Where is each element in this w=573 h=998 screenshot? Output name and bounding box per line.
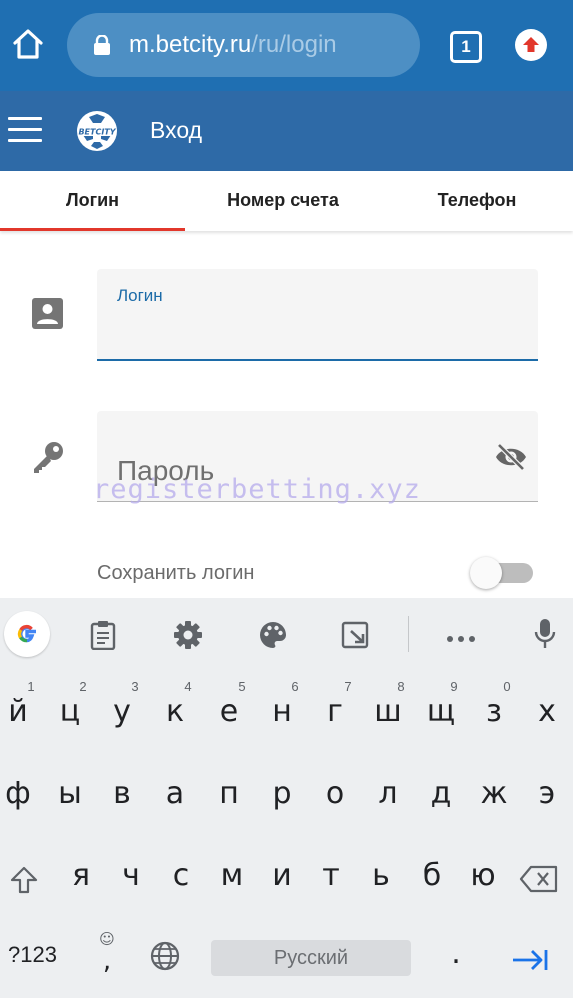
key-icon [30, 440, 66, 481]
key-hint-number: 6 [291, 679, 299, 694]
shift-key[interactable] [2, 865, 46, 903]
account-box-icon [32, 298, 63, 334]
key-э[interactable]: э [525, 776, 569, 811]
key-щ[interactable]: щ [419, 694, 463, 729]
key-п[interactable]: п [207, 776, 251, 811]
key-с[interactable]: с [159, 858, 203, 893]
key-hint-number: 3 [131, 679, 139, 694]
key-х[interactable]: х [525, 694, 569, 729]
key-ц[interactable]: ц [48, 694, 92, 729]
key-н[interactable]: н [260, 694, 304, 729]
gear-icon[interactable] [173, 620, 203, 655]
key-л[interactable]: л [366, 776, 410, 811]
key-hint-number: 2 [79, 679, 87, 694]
tab-switcher-button[interactable]: 1 [450, 31, 482, 63]
key-ч[interactable]: ч [109, 858, 153, 893]
floating-keyboard-icon[interactable] [341, 620, 371, 655]
google-icon[interactable] [4, 611, 50, 657]
page-title: Вход [150, 117, 203, 143]
key-hint-number: 1 [27, 679, 35, 694]
betcity-logo[interactable]: BETCITY [77, 111, 117, 151]
login-input[interactable]: Логин [97, 269, 538, 361]
key-hint-number: 9 [450, 679, 458, 694]
key-о[interactable]: о [313, 776, 357, 811]
toolbar-divider [408, 616, 409, 652]
tab-account-number[interactable]: Номер счета [185, 171, 381, 231]
url-domain: m.betcity.ru [129, 31, 252, 58]
key-ж[interactable]: ж [472, 776, 516, 811]
menu-icon[interactable] [8, 117, 42, 143]
microphone-icon[interactable] [533, 618, 557, 655]
key-hint-number: 5 [238, 679, 246, 694]
more-icon[interactable] [446, 630, 476, 648]
key-д[interactable]: д [419, 776, 463, 811]
key-hint-number: 7 [344, 679, 352, 694]
active-tab-indicator [0, 228, 185, 231]
remember-login-toggle-thumb[interactable] [470, 557, 502, 589]
key-в[interactable]: в [100, 776, 144, 811]
key-ш[interactable]: ш [366, 694, 410, 729]
remember-login-label: Сохранить логин [97, 562, 255, 584]
key-hint-number: 4 [184, 679, 192, 694]
key-ы[interactable]: ы [48, 776, 92, 811]
clipboard-icon[interactable] [90, 620, 116, 655]
symbols-key[interactable]: ?123 [8, 942, 57, 968]
url-text: m.betcity.ru/ru/login [129, 31, 337, 59]
palette-icon[interactable] [258, 620, 288, 655]
app-header: BETCITY Вход [0, 91, 573, 171]
key-ю[interactable]: ю [461, 858, 505, 893]
key-у[interactable]: у [100, 694, 144, 729]
globe-icon[interactable] [143, 940, 187, 980]
key-е[interactable]: е [207, 694, 251, 729]
key-г[interactable]: г [313, 694, 357, 729]
key-и[interactable]: и [260, 858, 304, 893]
browser-toolbar: m.betcity.ru/ru/login 1 [0, 0, 573, 91]
tab-phone[interactable]: Телефон [381, 171, 573, 231]
watermark-text: registerbetting.xyz [93, 474, 421, 505]
comma-label: , [102, 946, 112, 976]
key-а[interactable]: а [153, 776, 197, 811]
backspace-icon[interactable] [517, 865, 561, 901]
tab-next-icon[interactable] [508, 945, 552, 980]
key-ь[interactable]: ь [359, 858, 403, 893]
key-й[interactable]: й [0, 694, 40, 729]
key-б[interactable]: б [410, 858, 454, 893]
home-icon[interactable] [10, 26, 46, 62]
lock-icon [93, 34, 111, 55]
key-р[interactable]: р [260, 776, 304, 811]
on-screen-keyboard: й1ц2у3к4е5н6г7ш8щ9з0х фывапролджэ ячсмит… [0, 598, 573, 998]
key-м[interactable]: м [210, 858, 254, 893]
svg-text:BETCITY: BETCITY [78, 128, 116, 137]
keyboard-toolbar [0, 598, 573, 670]
tab-login[interactable]: Логин [0, 171, 185, 231]
key-я[interactable]: я [59, 858, 103, 893]
key-hint-number: 0 [503, 679, 511, 694]
space-bar[interactable]: Русский [211, 940, 411, 976]
comma-key[interactable]: ☺ , [85, 930, 129, 977]
login-label: Логин [117, 286, 163, 305]
key-hint-number: 8 [397, 679, 405, 694]
url-bar[interactable]: m.betcity.ru/ru/login [67, 13, 420, 77]
key-з[interactable]: з [472, 694, 516, 729]
period-key[interactable]: . [434, 936, 478, 971]
url-path: /ru/login [251, 31, 337, 58]
key-к[interactable]: к [153, 694, 197, 729]
key-ф[interactable]: ф [0, 776, 40, 811]
eye-off-icon[interactable] [494, 442, 528, 477]
login-method-tabs: Логин Номер счета Телефон [0, 171, 573, 231]
key-т[interactable]: т [309, 858, 353, 893]
update-icon[interactable] [515, 29, 547, 61]
emoji-icon: ☺ [99, 930, 115, 948]
